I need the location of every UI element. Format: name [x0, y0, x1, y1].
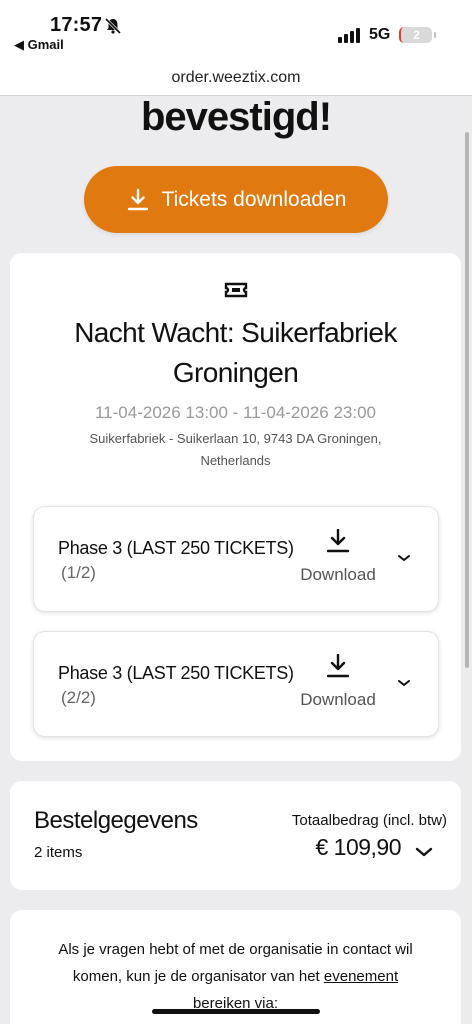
battery-tip	[434, 32, 436, 38]
ticket-item[interactable]: Phase 3 (LAST 250 TICKETS) (2/2) Downloa…	[33, 631, 439, 737]
home-indicator	[152, 1009, 320, 1014]
cellular-signal-icon	[338, 28, 360, 43]
order-item-count: 2 items	[34, 844, 83, 861]
chevron-down-icon[interactable]	[397, 678, 411, 688]
bell-muted-icon	[104, 17, 122, 35]
ticket-download-button[interactable]: Download	[296, 529, 380, 585]
total-amount: € 109,90	[315, 834, 401, 860]
battery-icon: 2	[399, 27, 432, 43]
event-venue: Suikerfabriek - Suikerlaan 10, 9743 DA G…	[89, 431, 382, 468]
event-card: Nacht Wacht: Suikerfabriek Groningen 11-…	[10, 253, 461, 761]
contact-card: Als je vragen hebt of met de organisatie…	[10, 910, 461, 1024]
ticket-icon	[224, 282, 248, 298]
clock: 17:57	[50, 14, 103, 36]
download-icon	[127, 188, 148, 210]
scrollbar[interactable]	[465, 132, 469, 668]
battery-level: 2	[413, 28, 420, 42]
url-text: order.weeztix.com	[171, 69, 301, 86]
download-icon	[327, 529, 349, 553]
tickets-download-label: Tickets downloaden	[161, 187, 347, 211]
ticket-count: (1/2)	[61, 563, 96, 582]
order-title: Bestelgegevens	[34, 807, 198, 834]
ticket-name: Phase 3 (LAST 250 TICKETS)	[58, 663, 294, 683]
event-date: 11-04-2026 13:00 - 11-04-2026 23:00	[94, 403, 377, 422]
status-bar: 17:57 ◀ Gmail 5G 2	[0, 0, 472, 62]
ticket-download-button[interactable]: Download	[296, 654, 380, 710]
chevron-down-icon[interactable]	[397, 553, 411, 563]
chevron-down-icon[interactable]	[415, 846, 433, 857]
ticket-name: Phase 3 (LAST 250 TICKETS)	[58, 538, 294, 558]
contact-text: Als je vragen hebt of met de organisatie…	[50, 936, 421, 1017]
order-summary-card[interactable]: Bestelgegevens 2 items Totaalbedrag (inc…	[10, 781, 461, 890]
total-label: Totaalbedrag (incl. btw)	[291, 812, 447, 829]
confirmation-heading: bevestigd!	[140, 95, 332, 139]
network-type: 5G	[369, 26, 391, 43]
event-title: Nacht Wacht: Suikerfabriek Groningen	[74, 317, 397, 388]
ticket-count: (2/2)	[61, 688, 96, 707]
ticket-download-label: Download	[300, 565, 376, 584]
url-bar[interactable]: order.weeztix.com	[0, 62, 472, 96]
ticket-item[interactable]: Phase 3 (LAST 250 TICKETS) (1/2) Downloa…	[33, 506, 439, 612]
ticket-download-label: Download	[300, 690, 376, 709]
download-icon	[327, 654, 349, 678]
tickets-download-button[interactable]: Tickets downloaden	[84, 166, 388, 233]
back-to-app-link[interactable]: ◀ Gmail	[14, 37, 64, 53]
